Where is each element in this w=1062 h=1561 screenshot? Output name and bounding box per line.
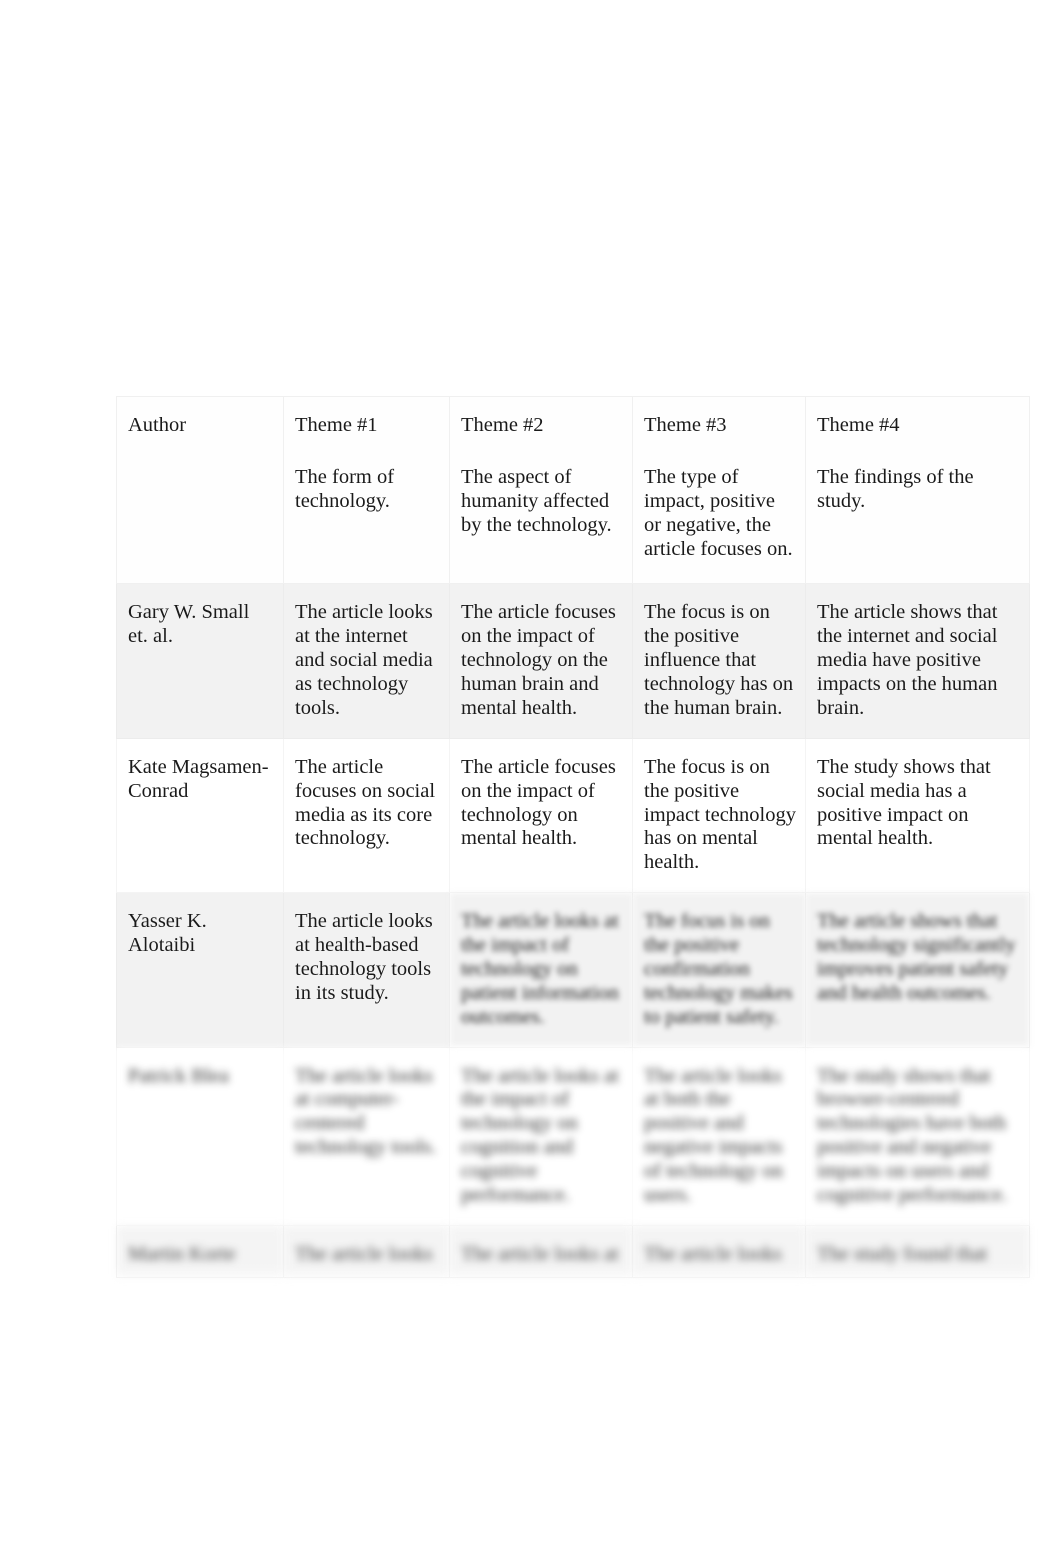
theme2-text: The article looks at the impact of techn…	[461, 910, 619, 1028]
cell-theme3: The focus is on the positive impact tech…	[632, 737, 806, 894]
table-row: Patrick Blea The article looks at comput…	[116, 1046, 1030, 1226]
author-text: Patrick Blea	[128, 1064, 229, 1087]
theme1-text: The article looks at health-based techno…	[295, 910, 433, 1004]
cell-theme4: The article shows that technology signif…	[805, 892, 1030, 1048]
theme1-text: The article looks	[295, 1242, 433, 1265]
header-cell-theme1: Theme #1 The form of technology.	[283, 395, 450, 585]
header-desc-theme1: The form of technology.	[295, 465, 395, 512]
header-desc-theme2: The aspect of humanity affected by the t…	[461, 465, 612, 536]
cell-author: Martin Korte	[116, 1224, 284, 1278]
cell-theme4: The study shows that browser-centered te…	[805, 1046, 1030, 1226]
theme1-text: The article focuses on social media as i…	[295, 755, 436, 850]
header-cell-theme2: Theme #2 The aspect of humanity affected…	[449, 395, 633, 585]
header-cell-theme4: Theme #4 The findings of the study.	[805, 395, 1030, 585]
theme4-text: The study shows that social media has a …	[817, 755, 991, 850]
cell-theme2: The article looks at the impact of techn…	[449, 1046, 633, 1226]
theme2-text: The article looks at	[461, 1242, 619, 1265]
theme2-text: The article focuses on the impact of tec…	[461, 601, 616, 719]
cell-theme1: The article looks at health-based techno…	[283, 892, 450, 1048]
cell-theme2: The article looks at	[449, 1224, 633, 1278]
cell-theme2: The article looks at the impact of techn…	[449, 892, 633, 1048]
cell-theme2: The article focuses on the impact of tec…	[449, 737, 633, 894]
header-title-theme2: Theme #2	[461, 414, 544, 436]
cell-theme3: The focus is on the positive confirmatio…	[632, 892, 806, 1048]
table-row: Yasser K. Alotaibi The article looks at …	[116, 892, 1030, 1048]
theme2-text: The article focuses on the impact of tec…	[461, 755, 616, 850]
theme4-text: The study found that	[817, 1242, 988, 1265]
table-header-row: Author Theme #1 The form of technology. …	[116, 395, 1030, 585]
theme4-text: The article shows that the internet and …	[817, 601, 998, 719]
table-body: Author Theme #1 The form of technology. …	[116, 395, 1030, 1278]
cell-theme1: The article looks at the internet and so…	[283, 583, 450, 739]
theme3-text: The article looks at both the positive a…	[644, 1064, 783, 1206]
header-desc-theme4: The findings of the study.	[817, 465, 974, 512]
theme-matrix-container: Author Theme #1 The form of technology. …	[116, 395, 1030, 1278]
cell-theme4: The article shows that the internet and …	[805, 583, 1030, 739]
theme4-text: The article shows that technology signif…	[817, 910, 1016, 1004]
header-title-theme4: Theme #4	[817, 414, 900, 436]
header-title-theme3: Theme #3	[644, 414, 727, 436]
document-page: Author Theme #1 The form of technology. …	[0, 0, 1062, 1561]
cell-theme1: The article looks	[283, 1224, 450, 1278]
theme2-text: The article looks at the impact of techn…	[461, 1064, 619, 1206]
theme3-text: The focus is on the positive impact tech…	[644, 755, 796, 874]
cell-author: Kate Magsamen-Conrad	[116, 737, 284, 894]
cell-theme4: The study found that	[805, 1224, 1030, 1278]
theme-matrix-table: Author Theme #1 The form of technology. …	[116, 395, 1030, 1278]
header-cell-author: Author	[116, 395, 284, 585]
author-text: Gary W. Small et. al.	[128, 601, 250, 648]
page-bottom-fade	[0, 1262, 1062, 1392]
cell-author: Patrick Blea	[116, 1046, 284, 1226]
cell-theme4: The study shows that social media has a …	[805, 737, 1030, 894]
theme3-text: The focus is on the positive confirmatio…	[644, 910, 793, 1028]
header-title-author: Author	[128, 414, 187, 436]
theme1-text: The article looks at the internet and so…	[295, 601, 433, 719]
cell-author: Yasser K. Alotaibi	[116, 892, 284, 1048]
cell-theme3: The focus is on the positive influence t…	[632, 583, 806, 739]
cell-theme3: The article looks	[632, 1224, 806, 1278]
cell-author: Gary W. Small et. al.	[116, 583, 284, 739]
theme1-text: The article looks at computer-centered t…	[295, 1064, 437, 1159]
theme4-text: The study shows that browser-centered te…	[817, 1064, 1008, 1206]
header-desc-theme3: The type of impact, positive or negative…	[644, 465, 793, 560]
theme3-text: The focus is on the positive influence t…	[644, 601, 794, 719]
cell-theme1: The article looks at computer-centered t…	[283, 1046, 450, 1226]
author-text: Kate Magsamen-Conrad	[128, 755, 269, 802]
header-title-theme1: Theme #1	[295, 414, 378, 436]
table-row: Gary W. Small et. al. The article looks …	[116, 583, 1030, 739]
author-text: Martin Korte	[128, 1242, 236, 1265]
theme3-text: The article looks	[644, 1242, 782, 1265]
header-cell-theme3: Theme #3 The type of impact, positive or…	[632, 395, 806, 585]
table-row: Kate Magsamen-Conrad The article focuses…	[116, 737, 1030, 894]
table-row: Martin Korte The article looks The artic…	[116, 1224, 1030, 1278]
cell-theme2: The article focuses on the impact of tec…	[449, 583, 633, 739]
cell-theme1: The article focuses on social media as i…	[283, 737, 450, 894]
cell-theme3: The article looks at both the positive a…	[632, 1046, 806, 1226]
author-text: Yasser K. Alotaibi	[128, 910, 207, 956]
